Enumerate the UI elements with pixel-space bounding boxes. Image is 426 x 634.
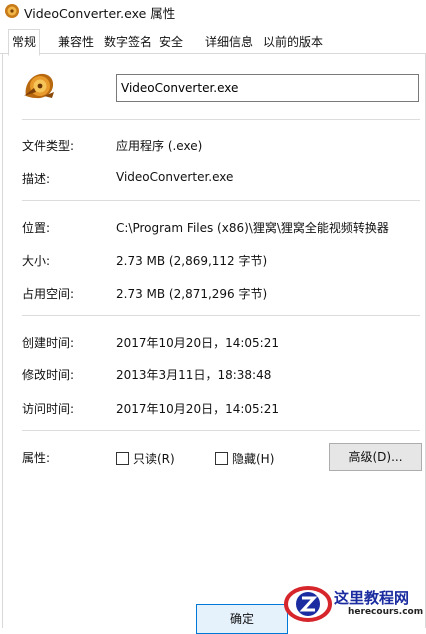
- created-label: 创建时间:: [22, 336, 75, 350]
- tab-previous-versions[interactable]: 以前的版本: [263, 32, 323, 52]
- modified-label: 修改时间:: [22, 368, 75, 382]
- file-name-field[interactable]: [116, 74, 419, 102]
- separator: [22, 430, 420, 431]
- tab-security[interactable]: 安全: [159, 32, 183, 52]
- file-type-label: 文件类型:: [22, 139, 75, 153]
- tab-digital-signatures[interactable]: 数字签名: [104, 32, 152, 52]
- title-bar: VideoConverter.exe 属性: [0, 0, 426, 22]
- video-converter-app-icon: [24, 73, 54, 99]
- accessed-label: 访问时间:: [22, 402, 75, 416]
- video-converter-app-icon: [5, 4, 19, 18]
- location-value: C:\Program Files (x86)\狸窝\狸窝全能视频转换器: [116, 221, 389, 235]
- accessed-value: 2017年10月20日，14:05:21: [116, 402, 279, 416]
- created-value: 2017年10月20日，14:05:21: [116, 336, 279, 350]
- file-type-value: 应用程序 (.exe): [116, 139, 203, 153]
- size-on-disk-label: 占用空间:: [22, 287, 75, 301]
- attributes-label: 属性:: [22, 451, 51, 465]
- tab-general[interactable]: 常规: [8, 29, 41, 56]
- watermark-title: 这里教程网: [334, 589, 410, 607]
- readonly-checkbox-box[interactable]: [116, 451, 129, 465]
- description-label: 描述:: [22, 172, 51, 186]
- modified-value: 2013年3月11日，18:38:48: [116, 368, 272, 382]
- separator: [22, 315, 420, 316]
- tab-compatibility[interactable]: 兼容性: [58, 32, 94, 52]
- hidden-checkbox-label: 隐藏(H): [232, 451, 275, 466]
- description-value: VideoConverter.exe: [116, 170, 234, 184]
- separator: [22, 200, 420, 201]
- watermark-subtitle: herecours.com: [348, 607, 424, 617]
- readonly-checkbox-label: 只读(R): [133, 451, 175, 466]
- size-label: 大小:: [22, 254, 51, 268]
- ok-button[interactable]: 确定: [196, 604, 288, 634]
- window-title: VideoConverter.exe 属性: [24, 6, 176, 21]
- hidden-checkbox[interactable]: 隐藏(H): [215, 449, 274, 467]
- tab-details[interactable]: 详细信息: [205, 32, 253, 52]
- size-on-disk-value: 2.73 MB (2,871,296 字节): [116, 287, 268, 301]
- hidden-checkbox-box[interactable]: [215, 451, 228, 465]
- advanced-button[interactable]: 高级(D)...: [329, 443, 422, 471]
- readonly-checkbox[interactable]: 只读(R): [116, 449, 175, 467]
- size-value: 2.73 MB (2,869,112 字节): [116, 254, 268, 268]
- separator: [22, 119, 420, 120]
- location-label: 位置:: [22, 221, 51, 235]
